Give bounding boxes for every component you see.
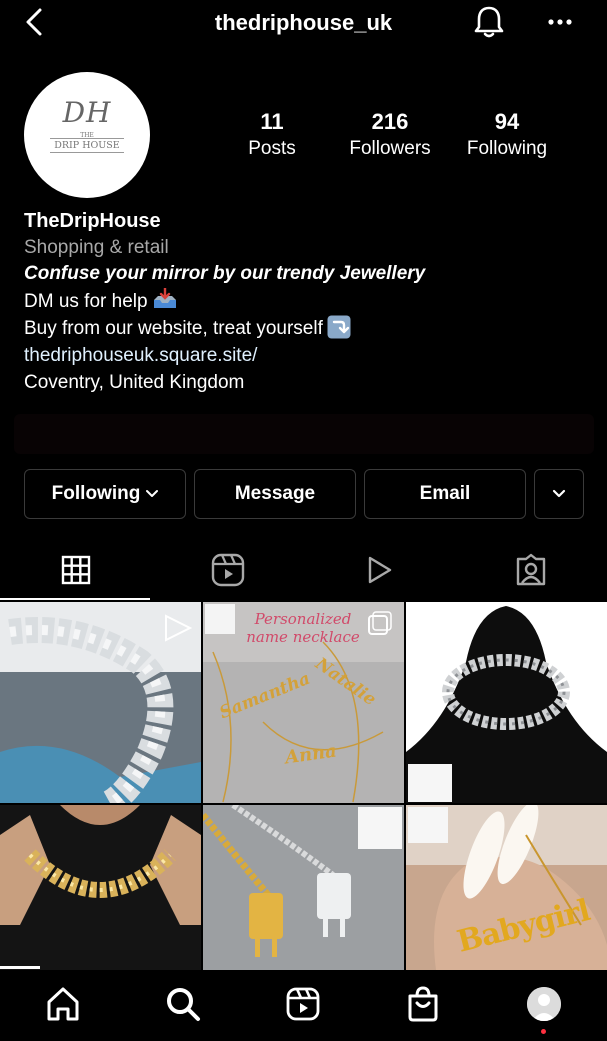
followers-count: 216 — [371, 109, 409, 134]
chevron-down-icon — [146, 490, 159, 497]
top-bar: thedriphouse_uk — [0, 0, 607, 48]
tab-tagged[interactable] — [455, 540, 607, 600]
email-button-label: Email — [419, 483, 471, 504]
profile-username: thedriphouse_uk — [214, 10, 393, 35]
reels-icon — [211, 553, 245, 587]
post-thumbnail[interactable]: Babygirl — [406, 805, 607, 970]
stat-followers[interactable]: 216 Followers — [330, 108, 450, 162]
following-count: 94 — [494, 109, 520, 134]
post-image — [203, 805, 404, 970]
nav-profile[interactable] — [524, 984, 564, 1024]
tab-posts-grid[interactable] — [0, 540, 152, 600]
default-avatar-icon — [527, 987, 561, 1021]
profile-bio: TheDripHouse Shopping & retail Confuse y… — [24, 208, 594, 396]
suggested-accounts-button[interactable] — [534, 469, 584, 519]
category-label: Shopping & retail — [24, 236, 169, 258]
post-thumbnail[interactable] — [406, 602, 607, 803]
post-image — [406, 602, 607, 803]
message-button[interactable]: Message — [194, 469, 356, 519]
play-icon — [368, 556, 392, 584]
nav-search[interactable] — [163, 984, 203, 1024]
reels-icon — [286, 987, 320, 1021]
tab-videos[interactable] — [303, 540, 455, 600]
bio-dm-text: DM us for help — [24, 290, 148, 312]
scroll-indicator — [0, 966, 40, 969]
nav-home[interactable] — [43, 984, 83, 1024]
post-thumbnail[interactable] — [0, 602, 201, 803]
highlights-placeholder — [14, 414, 594, 454]
profile-avatar[interactable]: DH THE DRIP HOUSE — [24, 72, 150, 198]
bio-website-text: Buy from our website, treat yourself — [24, 318, 323, 340]
bio-tagline: Confuse your mirror by our trendy Jewell… — [24, 263, 426, 285]
following-label: Following — [466, 138, 548, 159]
website-link[interactable]: thedriphouseuk.square.site/ — [24, 343, 594, 370]
active-tab-indicator — [0, 598, 150, 600]
post-thumbnail[interactable] — [203, 805, 404, 970]
display-name: TheDripHouse — [24, 210, 161, 232]
following-button[interactable]: Following — [24, 469, 186, 519]
location-text: Coventry, United Kingdom — [24, 371, 245, 393]
followers-label: Followers — [349, 138, 431, 159]
post-thumbnail[interactable]: Personalized name necklace Samantha Nata… — [203, 602, 404, 803]
bio-dm-line: DM us for help — [24, 287, 594, 316]
arrow-down-emoji-icon — [327, 315, 351, 339]
posts-label: Posts — [248, 138, 296, 159]
notification-bell-icon[interactable] — [472, 4, 506, 40]
profile-tabs — [0, 540, 607, 602]
following-button-label: Following — [51, 483, 141, 504]
logo-name: DRIP HOUSE — [50, 138, 124, 153]
more-options-icon[interactable] — [546, 10, 574, 34]
home-icon — [47, 987, 79, 1021]
stat-posts[interactable]: 11 Posts — [212, 108, 332, 162]
bio-website-line: Buy from our website, treat yourself — [24, 315, 594, 343]
post-image — [0, 602, 201, 803]
post-thumbnail[interactable] — [0, 805, 201, 970]
stat-following[interactable]: 94 Following — [447, 108, 567, 162]
message-button-label: Message — [234, 483, 316, 504]
nav-reels[interactable] — [283, 984, 323, 1024]
profile-avatar-icon — [527, 987, 561, 1021]
grid-icon — [61, 555, 91, 585]
posts-count: 11 — [260, 109, 284, 134]
email-button[interactable]: Email — [364, 469, 526, 519]
inbox-tray-emoji-icon — [153, 287, 176, 308]
logo-monogram: DH — [62, 96, 112, 129]
post-image — [0, 805, 201, 970]
search-icon — [167, 988, 200, 1021]
notification-dot — [541, 1029, 546, 1034]
chevron-down-icon — [552, 489, 566, 498]
post-banner-text: Personalized name necklace — [246, 610, 360, 646]
tab-reels[interactable] — [152, 540, 304, 600]
tagged-icon — [516, 553, 546, 586]
bottom-navigation — [0, 970, 607, 1041]
nav-shop[interactable] — [403, 984, 443, 1024]
shopping-bag-icon — [408, 986, 438, 1022]
